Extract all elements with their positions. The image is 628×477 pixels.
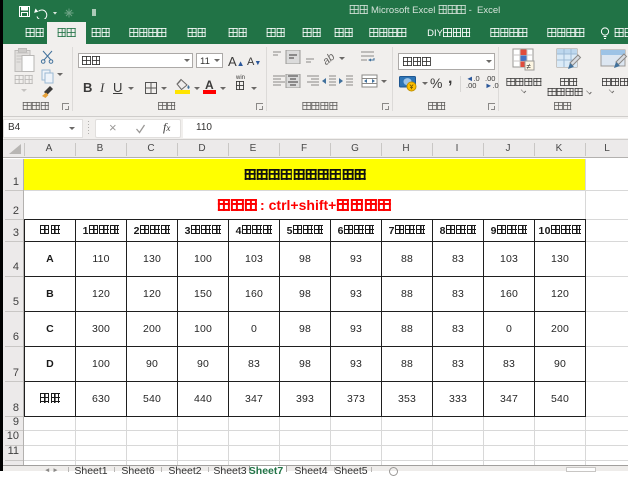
svg-text:ab: ab bbox=[322, 51, 337, 65]
svg-text:≠: ≠ bbox=[527, 62, 532, 71]
